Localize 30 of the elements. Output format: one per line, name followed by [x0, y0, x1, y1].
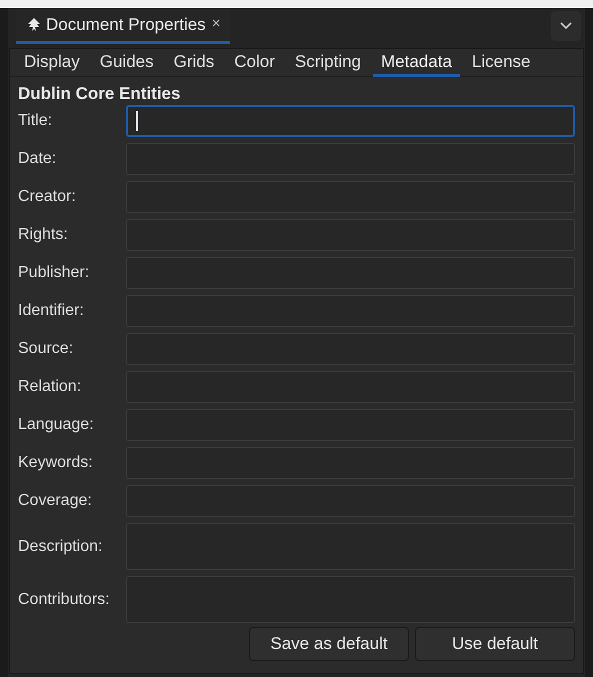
- close-button[interactable]: ×: [212, 13, 220, 36]
- panel-menu-button[interactable]: [551, 11, 581, 41]
- field-label: Description:: [18, 536, 104, 556]
- tab[interactable]: Metadata: [373, 49, 460, 77]
- input-field[interactable]: [126, 105, 575, 137]
- tab[interactable]: Scripting: [286, 49, 370, 77]
- panel-tab-title: Document Properties: [46, 14, 206, 36]
- tab[interactable]: Display: [16, 49, 88, 77]
- default-button[interactable]: Use default: [415, 627, 575, 661]
- field-label: Creator:: [18, 187, 77, 207]
- chevron-down-icon: [560, 22, 572, 30]
- tab[interactable]: Grids: [166, 49, 222, 77]
- default-button[interactable]: Save as default: [249, 627, 409, 661]
- field-label: Date:: [18, 149, 58, 169]
- field-label: Title:: [18, 111, 54, 131]
- section-heading: Dublin Core Entities: [17, 83, 182, 105]
- text-cursor: [136, 111, 138, 131]
- field-label: Contributors:: [18, 590, 111, 610]
- field-label: Identifier:: [18, 301, 85, 321]
- app-logo-icon: [26, 16, 42, 32]
- tab[interactable]: License: [464, 49, 539, 77]
- field-label: Publisher:: [18, 263, 90, 283]
- tab[interactable]: Color: [226, 49, 283, 77]
- field-label: Relation:: [18, 377, 82, 397]
- tab[interactable]: Guides: [92, 49, 162, 77]
- field-label: Language:: [18, 415, 95, 435]
- field-label: Rights:: [18, 225, 69, 245]
- field-label: Keywords:: [18, 453, 94, 473]
- field-label: Coverage:: [18, 491, 93, 511]
- field-label: Source:: [18, 339, 74, 359]
